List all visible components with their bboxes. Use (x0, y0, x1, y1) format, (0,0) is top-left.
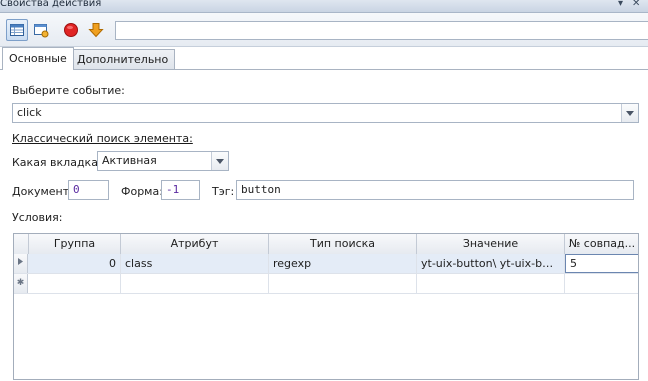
cell-attribute[interactable]: class (121, 254, 269, 273)
document-label: Документ: (12, 185, 73, 198)
new-cell-value[interactable] (417, 274, 565, 293)
close-icon[interactable]: ✕ (632, 0, 640, 9)
stop-record-button[interactable] (60, 19, 82, 41)
tab-select-value: Активная (102, 154, 157, 167)
column-header-value[interactable]: Значение (417, 234, 565, 254)
form-value: -1 (166, 183, 180, 196)
toolbar-input[interactable] (115, 21, 648, 40)
cell-match-no[interactable]: 5 (565, 254, 638, 273)
event-value: click (17, 106, 42, 119)
tag-field[interactable]: button (236, 180, 634, 200)
conditions-label: Условия: (12, 211, 63, 224)
classic-search-label: Классический поиск элемента: (12, 132, 193, 145)
tab-strip: Основные Дополнительно (0, 46, 648, 70)
event-dropdown-button[interactable] (621, 104, 638, 122)
cell-search-type[interactable]: regexp (269, 254, 417, 273)
grid-corner (14, 234, 29, 254)
event-label: Выберите событие: (12, 84, 125, 97)
conditions-grid[interactable]: Группа Атрибут Тип поиска Значение № сов… (13, 233, 639, 380)
tag-value: button (241, 183, 281, 196)
window-title: Свойства действия (0, 0, 102, 9)
toolbar (0, 13, 648, 47)
stop-record-icon (64, 23, 78, 37)
tab-select-label: Какая вкладка: (12, 156, 102, 169)
event-select[interactable]: click (12, 103, 639, 123)
tab-select-dropdown-button[interactable] (211, 152, 228, 170)
column-header-group[interactable]: Группа (29, 234, 121, 254)
row-selector-icon[interactable] (14, 254, 28, 273)
document-value: 0 (73, 183, 80, 196)
document-field[interactable]: 0 (68, 180, 109, 200)
tab-select[interactable]: Активная (97, 151, 229, 171)
tag-label: Тэг: (212, 185, 235, 198)
form-label: Форма: (121, 185, 163, 198)
chevron-down-icon (626, 110, 634, 116)
column-header-search-type[interactable]: Тип поиска (269, 234, 417, 254)
table-view-button[interactable] (6, 19, 28, 41)
new-row-asterisk-icon: ✱ (14, 274, 28, 293)
tab-advanced[interactable]: Дополнительно (70, 49, 176, 69)
arrow-down-button[interactable] (85, 19, 107, 41)
new-cell-attribute[interactable] (121, 274, 269, 293)
table-view-icon (10, 24, 24, 36)
new-cell-match-no[interactable] (565, 274, 638, 293)
cell-value[interactable]: yt-uix-button\ yt-uix-butt... (417, 254, 565, 273)
window-settings-button[interactable] (30, 19, 52, 41)
chevron-down-icon (216, 158, 224, 164)
column-header-attribute[interactable]: Атрибут (121, 234, 269, 254)
new-cell-group[interactable] (29, 274, 121, 293)
new-cell-search-type[interactable] (269, 274, 417, 293)
table-row[interactable]: 0 class regexp yt-uix-button\ yt-uix-but… (14, 254, 638, 274)
window-settings-icon (34, 24, 49, 38)
tab-divider (0, 69, 648, 70)
new-row[interactable]: ✱ (14, 274, 638, 294)
title-bar: Свойства действия ▾ ✕ (0, 0, 648, 13)
grid-header: Группа Атрибут Тип поиска Значение № сов… (14, 234, 638, 255)
arrow-down-icon (88, 23, 104, 38)
pin-icon[interactable]: ▾ (618, 0, 623, 9)
tab-main[interactable]: Основные (2, 47, 74, 70)
form-field[interactable]: -1 (161, 180, 200, 200)
column-header-match-no[interactable]: № совпад... (565, 234, 638, 254)
cell-group[interactable]: 0 (29, 254, 121, 273)
